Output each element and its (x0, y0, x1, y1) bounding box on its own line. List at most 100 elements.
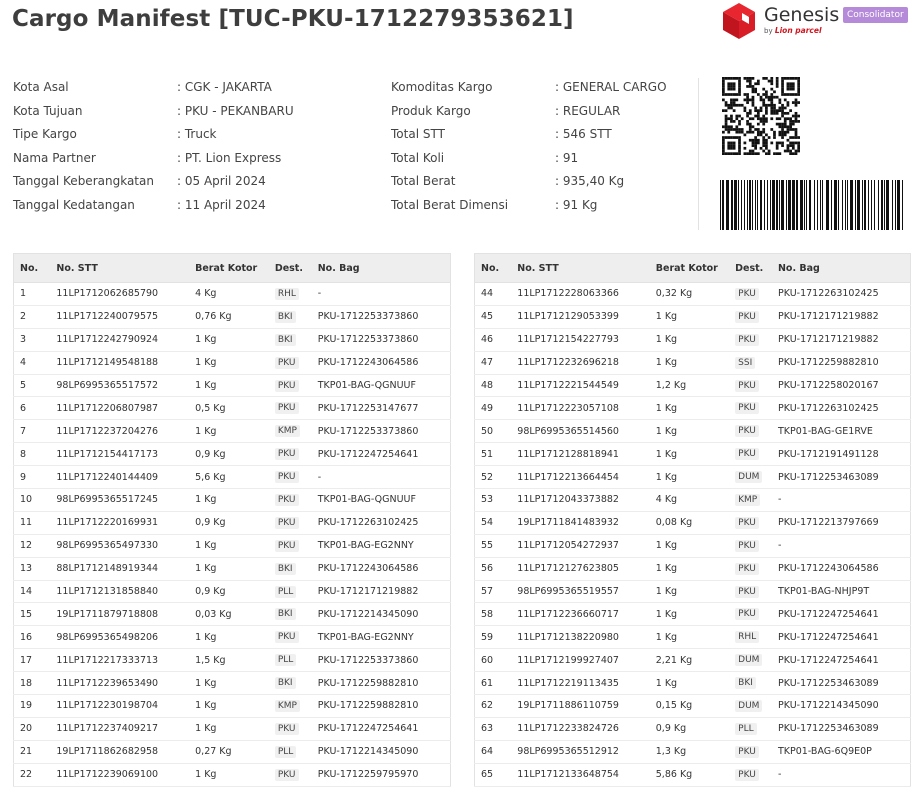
cell-row-number: 7 (13, 419, 51, 444)
cell-bag-number: PKU-1712247254641 (771, 602, 911, 627)
cell-stt-number: 11LP1712149548188 (50, 351, 190, 375)
cell-destination: PLL (268, 740, 312, 764)
info-value: : 11 April 2024 (177, 197, 266, 212)
cell-bag-number: PKU-1712259882810 (311, 694, 451, 718)
cell-destination: PKU (268, 717, 312, 741)
cell-row-number: 9 (13, 465, 51, 490)
cell-gross-weight: 0,9 Kg (189, 580, 269, 604)
cell-row-number: 50 (474, 419, 512, 444)
cell-row-number: 60 (474, 648, 512, 673)
cell-row-number: 45 (474, 305, 512, 329)
cell-stt-number: 11LP1712127623805 (511, 557, 650, 581)
cell-stt-number: 11LP1712213664454 (511, 465, 650, 490)
table-row: 49 11LP1712223057108 1 Kg PKU PKU-1712263102… (474, 396, 911, 421)
info-row: Tipe Kargo: Truck (13, 127, 294, 151)
cell-gross-weight: 1 Kg (649, 557, 730, 581)
cell-destination: DUM (729, 648, 772, 673)
info-row: Total Berat: 935,40 Kg (391, 174, 667, 198)
cell-stt-number: 11LP1712240144409 (50, 465, 190, 490)
cell-row-number: 18 (13, 671, 51, 696)
cell-bag-number: PKU-1712247254641 (771, 648, 911, 673)
table-row: 58 11LP1712236660717 1 Kg PKU PKU-1712247254… (474, 602, 911, 627)
cell-row-number: 54 (474, 511, 512, 535)
cell-stt-number: 11LP1712221544549 (511, 374, 650, 398)
cell-stt-number: 11LP1712239653490 (50, 671, 190, 696)
cell-row-number: 49 (474, 396, 512, 421)
cell-gross-weight: 1 Kg (189, 694, 269, 718)
cell-row-number: 5 (13, 374, 51, 398)
destination-badge: RHL (735, 631, 760, 644)
cell-gross-weight: 1 Kg (189, 534, 269, 558)
cell-stt-number: 11LP1712236660717 (511, 602, 650, 627)
cell-bag-number: PKU-1712258020167 (771, 374, 911, 398)
cell-stt-number: 98LP6995365514560 (511, 419, 650, 444)
cell-row-number: 62 (474, 694, 512, 718)
cell-bag-number: PKU-1712214345090 (311, 602, 451, 627)
cell-destination: BKI (268, 557, 312, 581)
cell-destination: RHL (268, 282, 312, 306)
info-label: Produk Kargo (391, 103, 471, 118)
page-title: Cargo Manifest [TUC-PKU-1712279353621] (12, 6, 574, 32)
info-label: Total Koli (391, 150, 445, 165)
cell-destination: DUM (729, 465, 772, 490)
info-label: Total STT (391, 127, 445, 142)
destination-badge: PLL (274, 654, 297, 667)
table-row: 65 11LP1712133648754 5,86 Kg PKU - (474, 763, 911, 787)
column-header-stt-number: No. STT (50, 253, 190, 283)
info-value: : 05 April 2024 (177, 174, 266, 189)
info-row: Nama Partner : PT. Lion Express (13, 151, 294, 175)
cell-stt-number: 88LP1712148919344 (50, 557, 190, 581)
destination-badge: PKU (735, 745, 759, 758)
cell-bag-number: TKP01-BAG-EG2NNY (311, 534, 451, 558)
destination-badge: BKI (274, 677, 296, 690)
table-row: 8 11LP1712154417173 0,9 Kg PKU PKU-171224725… (13, 442, 451, 467)
cell-bag-number: PKU-1712253373860 (311, 648, 451, 673)
cell-gross-weight: 1 Kg (189, 763, 269, 787)
column-header-row-number: No. (474, 253, 512, 283)
table-row: 13 88LP1712148919344 1 Kg BKI PKU-1712243064… (13, 557, 451, 581)
destination-badge: DUM (735, 699, 763, 712)
cell-gross-weight: 1 Kg (649, 580, 730, 604)
barcode-icon (720, 180, 903, 230)
cell-bag-number: PKU-1712214345090 (771, 694, 911, 718)
destination-badge: DUM (735, 654, 763, 667)
destination-badge: PKU (274, 722, 299, 735)
destination-badge: PKU (735, 516, 759, 529)
table-row: 61 11LP1712219113435 1 Kg BKI PKU-1712253463… (474, 671, 911, 696)
cell-destination: PKU (729, 282, 772, 306)
cell-destination: PKU (268, 763, 312, 787)
cell-gross-weight: 4 Kg (649, 488, 730, 512)
cell-bag-number: PKU-1712253463089 (771, 671, 911, 696)
cell-gross-weight: 1 Kg (189, 625, 269, 650)
destination-badge: BKI (274, 562, 296, 575)
info-value: : 91 Kg (555, 197, 598, 212)
destination-badge: PLL (735, 722, 757, 735)
cell-bag-number: - (311, 282, 451, 306)
destination-badge: PKU (735, 310, 759, 323)
table-row: 16 98LP6995365498206 1 Kg PKU TKP01-BAG-EG2N… (13, 625, 451, 650)
cell-row-number: 51 (474, 442, 512, 467)
column-header-row-number: No. (13, 253, 51, 283)
info-row: Komoditas Kargo: GENERAL CARGO (391, 80, 667, 104)
cell-bag-number: PKU-1712253373860 (311, 419, 451, 444)
cell-bag-number: TKP01-BAG-QGNUUF (311, 374, 451, 398)
info-label: Nama Partner (13, 150, 96, 165)
destination-badge: PKU (274, 539, 299, 552)
table-row: 50 98LP6995365514560 1 Kg PKU TKP01-BAG-GE1R… (474, 419, 911, 444)
cell-row-number: 46 (474, 328, 512, 352)
cell-destination: PKU (729, 602, 772, 627)
table-row: 56 11LP1712127623805 1 Kg PKU PKU-1712243064… (474, 557, 911, 581)
info-label: Total Berat (391, 174, 456, 189)
cell-destination: BKI (729, 671, 772, 696)
cell-destination: PKU (729, 763, 772, 787)
destination-badge: RHL (274, 287, 299, 300)
info-value: : PT. Lion Express (177, 150, 282, 165)
cell-stt-number: 11LP1712128818941 (511, 442, 650, 467)
cell-gross-weight: 1 Kg (649, 442, 730, 467)
cell-destination: PKU (729, 740, 772, 764)
cell-gross-weight: 1,3 Kg (649, 740, 730, 764)
cell-destination: PKU (729, 511, 772, 535)
cell-destination: PKU (268, 534, 312, 558)
table-row: 59 11LP1712138220980 1 Kg RHL PKU-1712247254… (474, 625, 911, 650)
table-row: 53 11LP1712043373882 4 Kg KMP - (474, 488, 911, 512)
